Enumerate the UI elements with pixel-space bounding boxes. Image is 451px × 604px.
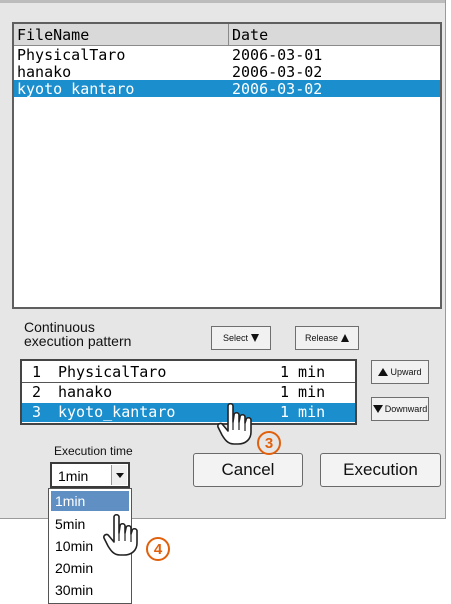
column-header-filename[interactable]: FileName xyxy=(17,26,89,44)
item-name: kyoto_kantaro xyxy=(58,403,176,421)
item-number: 2 xyxy=(32,383,42,401)
row-date: 2006-03-01 xyxy=(232,46,323,64)
label-line-2: execution pattern xyxy=(24,333,132,349)
dropdown-option[interactable]: 30min xyxy=(51,580,129,600)
hand-pointer-icon xyxy=(103,513,138,556)
execution-button[interactable]: Execution xyxy=(320,453,441,487)
selected-value: 1min xyxy=(58,468,89,484)
row-date: 2006-03-02 xyxy=(232,80,323,98)
upward-button[interactable]: Upward xyxy=(371,360,429,384)
step-4-callout: 4 xyxy=(146,537,170,561)
top-border xyxy=(0,0,445,3)
execution-time-label: Execution time xyxy=(54,444,133,458)
triangle-down-icon xyxy=(372,405,383,413)
row-date: 2006-03-02 xyxy=(232,63,323,81)
column-header-date[interactable]: Date xyxy=(232,26,268,44)
downward-button-label: Downward xyxy=(384,404,428,414)
column-divider[interactable] xyxy=(228,24,229,45)
table-row-selected[interactable]: kyoto_kantaro 2006-03-02 xyxy=(14,80,440,98)
row-filename: kyoto_kantaro xyxy=(17,80,135,98)
cancel-button[interactable]: Cancel xyxy=(193,453,303,487)
arrow-down-icon xyxy=(251,334,259,342)
continuous-pattern-label: Continuous execution pattern xyxy=(24,320,131,348)
label-line-1: Continuous xyxy=(24,319,95,335)
release-button-label: Release xyxy=(304,333,339,343)
item-number: 3 xyxy=(32,403,42,421)
step-3-callout: 3 xyxy=(257,431,281,455)
dropdown-option[interactable]: 20min xyxy=(51,558,129,578)
row-filename: PhysicalTaro xyxy=(17,46,126,64)
list-item[interactable]: 1 PhysicalTaro 1 min xyxy=(22,363,355,381)
select-button[interactable]: Select xyxy=(211,326,271,350)
row-filename: hanako xyxy=(17,63,72,81)
item-name: PhysicalTaro xyxy=(58,363,167,381)
hand-pointer-icon xyxy=(217,402,252,445)
downward-button[interactable]: Downward xyxy=(371,397,429,421)
list-item[interactable]: 2 hanako 1 min xyxy=(22,383,355,401)
item-number: 1 xyxy=(32,363,42,381)
execution-time-select[interactable]: 1min xyxy=(50,462,130,488)
release-button[interactable]: Release xyxy=(295,326,359,350)
table-row[interactable]: PhysicalTaro 2006-03-01 xyxy=(14,46,440,64)
select-button-label: Select xyxy=(222,333,248,343)
triangle-up-icon xyxy=(378,368,389,376)
table-row[interactable]: hanako 2006-03-02 xyxy=(14,63,440,81)
item-time: 1 min xyxy=(280,363,326,381)
dropdown-arrow[interactable] xyxy=(111,465,127,485)
file-list-table[interactable]: FileName Date PhysicalTaro 2006-03-01 ha… xyxy=(12,22,442,309)
execution-pattern-list[interactable]: 1 PhysicalTaro 1 min 2 hanako 1 min 3 ky… xyxy=(20,359,357,425)
chevron-down-icon xyxy=(115,472,124,478)
table-header: FileName Date xyxy=(14,24,440,46)
upward-button-label: Upward xyxy=(390,367,422,377)
item-name: hanako xyxy=(58,383,113,401)
item-time: 1 min xyxy=(280,383,326,401)
dropdown-option-selected[interactable]: 1min xyxy=(51,491,129,511)
item-time: 1 min xyxy=(280,403,326,421)
list-item-selected[interactable]: 3 kyoto_kantaro 1 min xyxy=(22,403,355,422)
arrow-up-icon xyxy=(341,334,350,342)
